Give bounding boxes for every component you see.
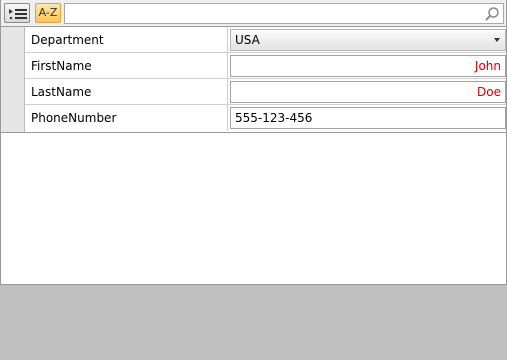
phonenumber-field[interactable]: 555-123-456 (230, 107, 506, 129)
categorized-list-icon (9, 9, 27, 19)
description-panel (0, 284, 507, 360)
lastname-field[interactable]: Doe (230, 81, 506, 103)
property-name-lastname: LastName (31, 85, 92, 99)
column-divider[interactable] (227, 105, 228, 131)
categorized-sort-button[interactable] (4, 3, 30, 23)
property-row-phonenumber: PhoneNumber 555-123-456 (25, 105, 506, 131)
column-divider[interactable] (227, 27, 228, 53)
column-divider[interactable] (227, 79, 228, 105)
department-value: USA (235, 33, 260, 47)
department-combobox[interactable]: USA (230, 29, 506, 51)
column-divider[interactable] (227, 53, 228, 79)
firstname-field[interactable]: John (230, 55, 506, 77)
property-name-firstname: FirstName (31, 59, 92, 73)
property-row-lastname: LastName Doe (25, 79, 506, 105)
search-box[interactable] (64, 3, 504, 24)
property-rows: Department USA FirstName John LastName D… (1, 27, 506, 133)
property-grid-toolbar: A-Z (1, 0, 506, 27)
alphabetical-sort-label: A-Z (38, 6, 58, 19)
property-name-phonenumber: PhoneNumber (31, 111, 117, 125)
empty-grid-area (1, 133, 506, 284)
row-gutter (1, 27, 25, 132)
alphabetical-sort-button[interactable]: A-Z (35, 3, 61, 23)
magnifier-icon[interactable] (484, 6, 500, 22)
property-name-department: Department (31, 33, 104, 47)
property-row-department: Department USA (25, 27, 506, 53)
chevron-down-icon[interactable] (494, 38, 500, 42)
property-row-firstname: FirstName John (25, 53, 506, 79)
